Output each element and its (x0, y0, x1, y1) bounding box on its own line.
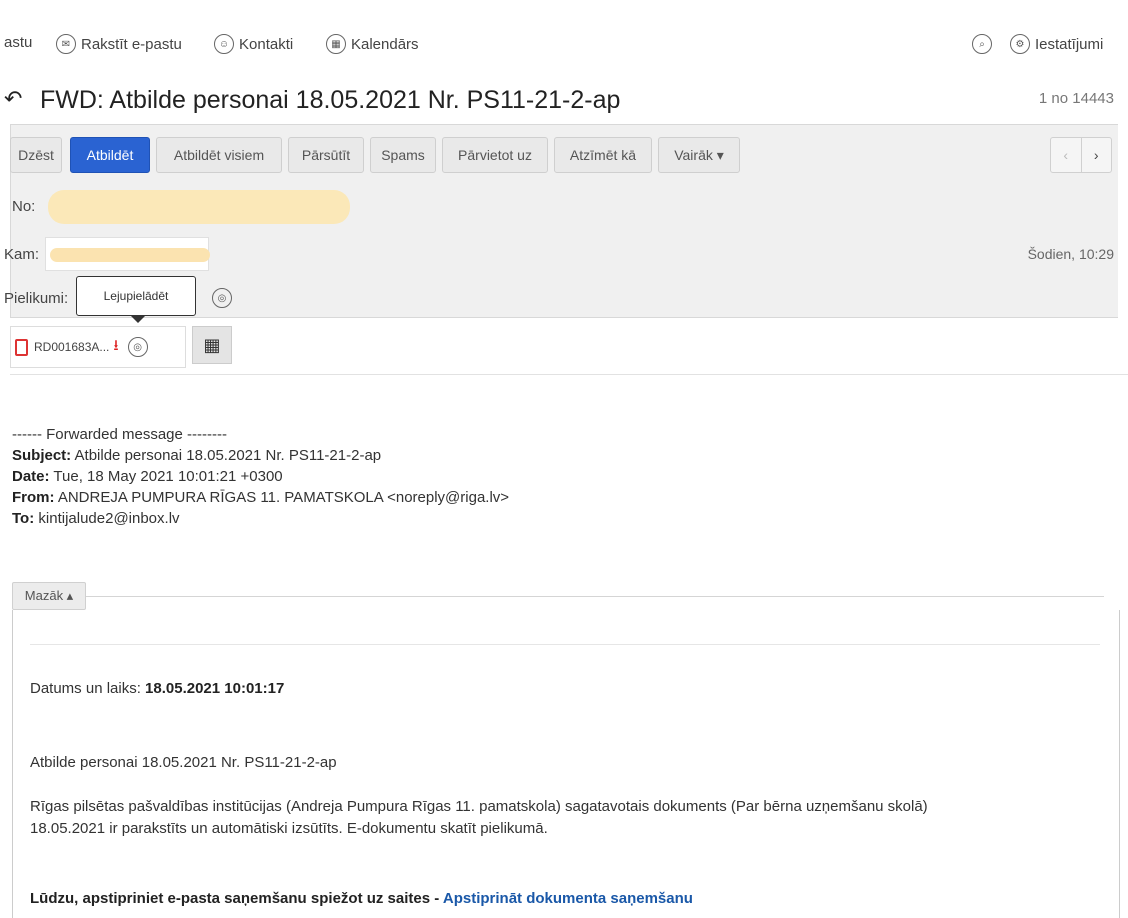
grid-icon: ▦ (203, 334, 221, 355)
prev-message-button[interactable]: ‹ (1051, 138, 1082, 172)
gear-icon: ⚙ (1010, 34, 1030, 54)
attachments-label: Pielikumi: (4, 290, 69, 307)
forwarded-date-line: Date: Tue, 18 May 2021 10:01:21 +0300 (12, 468, 283, 485)
nav-compose[interactable]: ✉ Rakstīt e-pastu (56, 34, 182, 54)
quote-inner-divider (30, 644, 1100, 645)
message-nav-buttons: ‹ › (1050, 137, 1112, 173)
confirm-receipt-link[interactable]: Apstiprināt dokumenta saņemšanu (443, 890, 693, 907)
quote-divider (86, 596, 1104, 597)
document-title: Atbilde personai 18.05.2021 Nr. PS11-21-… (30, 754, 337, 771)
envelope-icon: ✉ (56, 34, 76, 54)
mark-as-button[interactable]: Atzīmēt kā (554, 137, 652, 173)
reply-button[interactable]: Atbildēt (70, 137, 150, 173)
search-icon: ⌕ (972, 34, 992, 54)
nav-inbox[interactable]: astu (4, 34, 32, 51)
nav-compose-label: Rakstīt e-pastu (81, 35, 182, 53)
nav-contacts[interactable]: ☺ Kontakti (214, 34, 293, 54)
body-paragraph-line1: Rīgas pilsētas pašvaldības institūcijas … (30, 798, 928, 815)
pdf-icon (15, 338, 28, 356)
forwarded-message-header: ------ Forwarded message -------- Subjec… (12, 424, 509, 529)
nav-settings-label: Iestatījumi (1035, 35, 1104, 53)
show-less-button[interactable]: Mazāk ▴ (12, 582, 86, 610)
top-navigation: astu ✉ Rakstīt e-pastu ☺ Kontakti ▦ Kale… (0, 0, 1128, 72)
attachment-options-icon[interactable]: ◎ (212, 288, 232, 308)
message-counter: 1 no 14443 (1038, 90, 1114, 107)
forward-button[interactable]: Pārsūtīt (288, 137, 364, 173)
nav-contacts-label: Kontakti (239, 35, 294, 53)
reply-all-button[interactable]: Atbildēt visiem (156, 137, 282, 173)
more-button[interactable]: Vairāk ▾ (658, 137, 740, 173)
from-label: Kam: (4, 246, 40, 263)
back-arrow-icon[interactable]: ↶ (4, 86, 22, 112)
spam-button[interactable]: Spams (370, 137, 436, 173)
preview-icon[interactable]: ◎ (127, 337, 148, 357)
grid-view-button[interactable]: ▦ (192, 326, 232, 364)
download-tooltip: Lejupielādēt (76, 276, 196, 316)
header-divider (10, 374, 1128, 375)
message-date: Šodien, 10:29 (1027, 246, 1114, 262)
redacted-recipient (48, 190, 350, 224)
message-subject-row: ↶ FWD: Atbilde personai 18.05.2021 Nr. P… (0, 80, 1128, 124)
nav-settings[interactable]: ⚙ Iestatījumi (1010, 34, 1103, 54)
redacted-sender (50, 248, 210, 262)
message-subject: FWD: Atbilde personai 18.05.2021 Nr. PS1… (40, 86, 621, 114)
forwarded-to-line: To: kintijalude2@inbox.lv (12, 510, 180, 527)
confirm-line: Lūdzu, apstipriniet e-pasta saņemšanu sp… (30, 890, 693, 907)
attachment-item[interactable]: RD001683A... ⭳ ◎ (10, 326, 186, 368)
nav-inbox-label: astu (4, 34, 33, 51)
body-paragraph-line2: 18.05.2021 ir parakstīts un automātiski … (30, 820, 548, 837)
search-button[interactable]: ⌕ (972, 34, 997, 54)
contact-icon: ☺ (214, 34, 234, 54)
tooltip-arrow (130, 315, 146, 323)
attachment-name: RD001683A... (34, 340, 110, 354)
download-icon[interactable]: ⭳ (113, 335, 118, 360)
next-message-button[interactable]: › (1082, 138, 1112, 172)
delete-button[interactable]: Dzēst (10, 137, 62, 173)
forwarded-subject-line: Subject: Atbilde personai 18.05.2021 Nr.… (12, 447, 382, 464)
forwarded-from-line: From: ANDREJA PUMPURA RĪGAS 11. PAMATSKO… (12, 489, 510, 506)
to-label: No: (12, 198, 36, 215)
calendar-icon: ▦ (326, 34, 346, 54)
nav-calendar-label: Kalendārs (351, 35, 419, 53)
move-to-button[interactable]: Pārvietot uz (442, 137, 548, 173)
datetime-line: Datums un laiks: 18.05.2021 10:01:17 (30, 680, 285, 697)
nav-calendar[interactable]: ▦ Kalendārs (326, 34, 419, 54)
forwarded-header-line: ------ Forwarded message -------- (12, 426, 227, 443)
